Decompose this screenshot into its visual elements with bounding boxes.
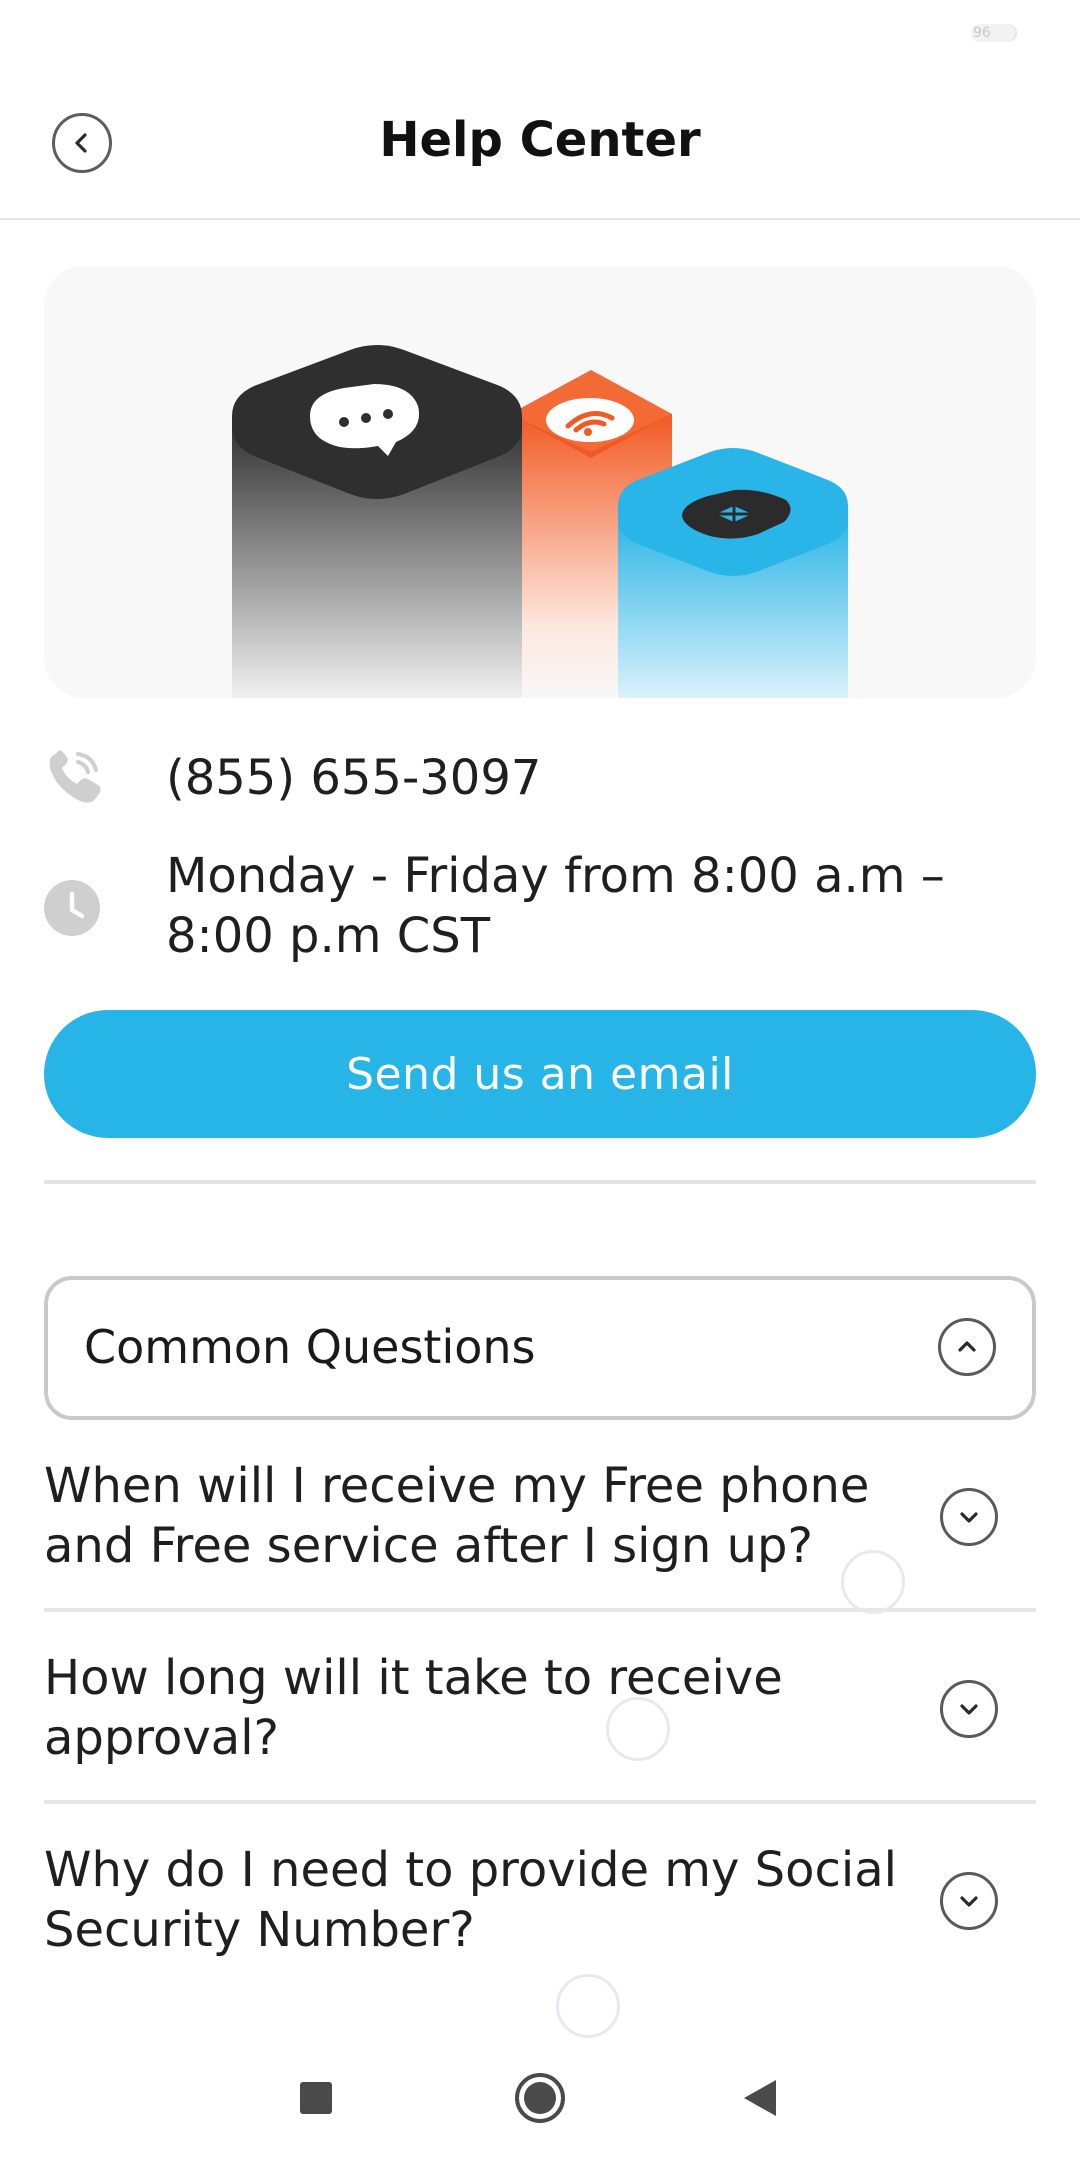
hero-illustration — [44, 266, 1036, 698]
chevron-down-icon — [960, 1896, 978, 1907]
system-nav-bar — [0, 2040, 1080, 2160]
phone-icon — [49, 750, 101, 803]
section-divider — [44, 1180, 1036, 1184]
phone-row[interactable]: (855) 655-3097 — [44, 744, 1036, 814]
section-title: Common Questions — [84, 1320, 536, 1374]
collapse-button[interactable] — [938, 1318, 996, 1376]
touch-indicator — [841, 1550, 905, 1614]
battery-level: 96 — [973, 25, 991, 41]
app-bar: Help Center — [0, 70, 1080, 220]
faq-divider — [44, 1800, 1036, 1804]
hours-row: Monday - Friday from 8:00 a.m – 8:00 p.m… — [44, 846, 1036, 970]
touch-indicator — [556, 1974, 620, 2038]
status-bar: 96 — [0, 0, 1080, 70]
phone-number: (855) 655-3097 — [166, 750, 542, 806]
faq-question: When will I receive my Free phone and Fr… — [44, 1458, 870, 1574]
touch-indicator — [606, 1697, 670, 1761]
clock-icon — [44, 880, 100, 936]
chevron-down-icon — [960, 1704, 978, 1715]
faq-item[interactable]: How long will it take to receive approva… — [44, 1648, 1036, 1778]
faq-question: How long will it take to receive approva… — [44, 1650, 783, 1766]
back-nav-button[interactable] — [742, 2078, 778, 2118]
battery-icon: 96 — [971, 24, 1017, 42]
expand-button[interactable] — [940, 1488, 998, 1546]
page-title: Help Center — [379, 112, 701, 168]
support-channels-illustration — [232, 345, 848, 698]
wifi-icon — [546, 398, 634, 442]
common-questions-header[interactable]: Common Questions — [44, 1276, 1036, 1420]
recents-button[interactable] — [298, 2080, 334, 2116]
business-hours: Monday - Friday from 8:00 a.m – 8:00 p.m… — [166, 848, 945, 964]
faq-question: Why do I need to provide my Social Secur… — [44, 1842, 897, 1958]
chevron-up-icon — [958, 1341, 976, 1352]
send-email-button[interactable]: Send us an email — [44, 1010, 1036, 1138]
faq-item[interactable]: Why do I need to provide my Social Secur… — [44, 1840, 1036, 1970]
chevron-down-icon — [960, 1512, 978, 1523]
expand-button[interactable] — [940, 1680, 998, 1738]
expand-button[interactable] — [940, 1872, 998, 1930]
home-button[interactable] — [514, 2072, 566, 2124]
